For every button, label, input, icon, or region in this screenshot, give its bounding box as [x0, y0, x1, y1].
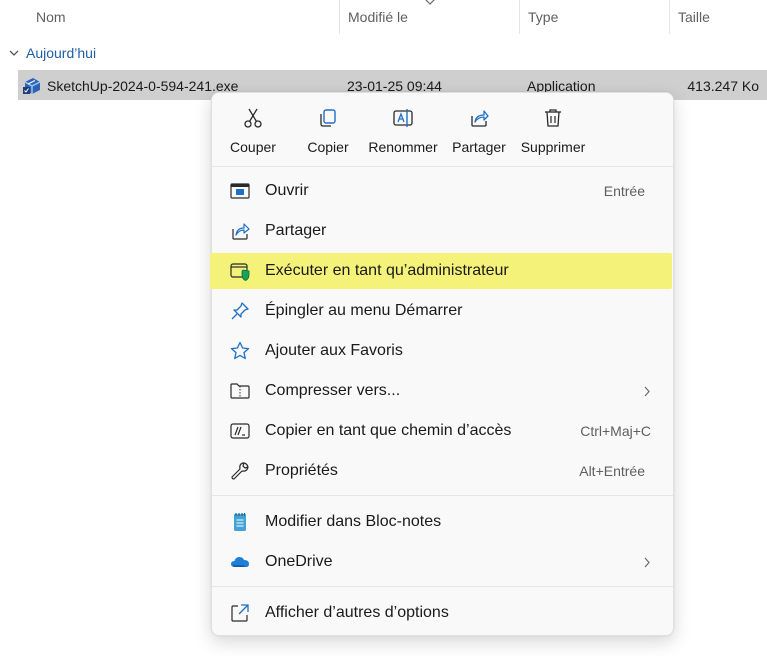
menu-item-add-favorites[interactable]: Ajouter aux Favoris — [216, 333, 671, 369]
column-header: Nom Modifié le Type Taille — [0, 0, 767, 34]
admin-shield-icon — [230, 263, 250, 281]
menu-divider — [212, 166, 673, 167]
share-icon — [232, 223, 250, 240]
cut-button[interactable]: Couper — [213, 103, 293, 161]
column-type-header[interactable]: Type — [519, 0, 670, 34]
rename-button[interactable]: Renommer — [363, 103, 443, 161]
wrench-icon — [231, 462, 249, 480]
share-icon — [471, 110, 489, 127]
menu-item-properties[interactable]: Propriétés Alt+Entrée — [216, 453, 671, 489]
menu-item-run-as-admin[interactable]: Exécuter en tant qu’administrateur — [210, 253, 672, 289]
zip-folder-icon — [230, 383, 250, 399]
scissors-icon — [244, 108, 262, 128]
group-label: Aujourd’hui — [26, 45, 97, 61]
group-header-today[interactable]: Aujourd’hui — [8, 42, 96, 64]
rename-icon — [393, 109, 413, 127]
trash-icon — [545, 109, 561, 127]
menu-item-label: Partager — [265, 222, 327, 239]
menu-item-label: Ajouter aux Favoris — [265, 342, 403, 359]
menu-item-compress-to[interactable]: Compresser vers... — [216, 373, 671, 409]
copy-button[interactable]: Copier — [288, 103, 368, 161]
file-size: 413.247 Ko — [687, 78, 759, 94]
menu-item-copy-as-path[interactable]: Copier en tant que chemin d’accès Ctrl+M… — [216, 413, 671, 449]
menu-item-pin-start[interactable]: Épingler au menu Démarrer — [216, 293, 671, 329]
onedrive-cloud-icon — [231, 557, 249, 567]
chevron-right-icon — [644, 386, 650, 397]
chevron-right-icon — [644, 557, 650, 568]
quick-actions-bar: Couper Copier Renommer Partager Supprime… — [212, 93, 673, 165]
menu-item-edit-notepad[interactable]: Modifier dans Bloc-notes — [216, 504, 671, 540]
notepad-icon — [234, 513, 246, 531]
menu-item-share[interactable]: Partager — [216, 213, 671, 249]
sketchup-app-icon — [23, 78, 41, 94]
menu-divider — [212, 586, 673, 587]
delete-label: Supprimer — [520, 139, 586, 155]
column-name-header[interactable]: Nom — [28, 0, 340, 34]
cut-label: Couper — [230, 139, 276, 155]
menu-item-label: Propriétés — [265, 462, 338, 479]
rename-label: Renommer — [368, 139, 438, 155]
menu-item-shortcut: Ctrl+Maj+C — [580, 423, 651, 439]
delete-button[interactable]: Supprimer — [513, 103, 593, 161]
context-menu: Couper Copier Renommer Partager Supprime… — [210, 92, 674, 636]
menu-item-label: Copier en tant que chemin d’accès — [265, 422, 512, 439]
menu-item-onedrive[interactable]: OneDrive — [216, 544, 671, 580]
column-size-header[interactable]: Taille — [669, 0, 767, 34]
copy-path-icon — [230, 423, 250, 439]
menu-item-label: OneDrive — [265, 553, 333, 570]
menu-item-open[interactable]: Ouvrir Entrée — [216, 173, 671, 209]
menu-item-label: Exécuter en tant qu’administrateur — [265, 262, 509, 279]
chevron-down-icon — [9, 50, 19, 56]
copy-label: Copier — [307, 139, 349, 155]
share-label: Partager — [452, 139, 506, 155]
menu-item-label: Épingler au menu Démarrer — [265, 302, 463, 319]
star-icon — [230, 341, 250, 360]
pin-icon — [231, 302, 249, 320]
menu-item-label: Modifier dans Bloc-notes — [265, 513, 442, 530]
menu-item-shortcut: Alt+Entrée — [579, 463, 645, 479]
menu-divider — [212, 495, 673, 496]
menu-item-label: Ouvrir — [265, 182, 309, 199]
sort-chevron-down-icon — [425, 0, 435, 5]
menu-item-label: Compresser vers... — [265, 382, 401, 399]
menu-item-show-more-options[interactable]: Afficher d’autres d’options — [216, 595, 671, 631]
menu-item-shortcut: Entrée — [603, 183, 645, 199]
open-window-icon — [230, 183, 250, 199]
file-name: SketchUp-2024-0-594-241.exe — [47, 78, 239, 94]
more-options-icon — [231, 604, 249, 622]
copy-icon — [320, 109, 336, 127]
menu-item-label: Afficher d’autres d’options — [265, 604, 449, 621]
file-explorer: Nom Modifié le Type Taille Aujourd’hui S… — [0, 0, 767, 656]
share-button[interactable]: Partager — [439, 103, 519, 161]
